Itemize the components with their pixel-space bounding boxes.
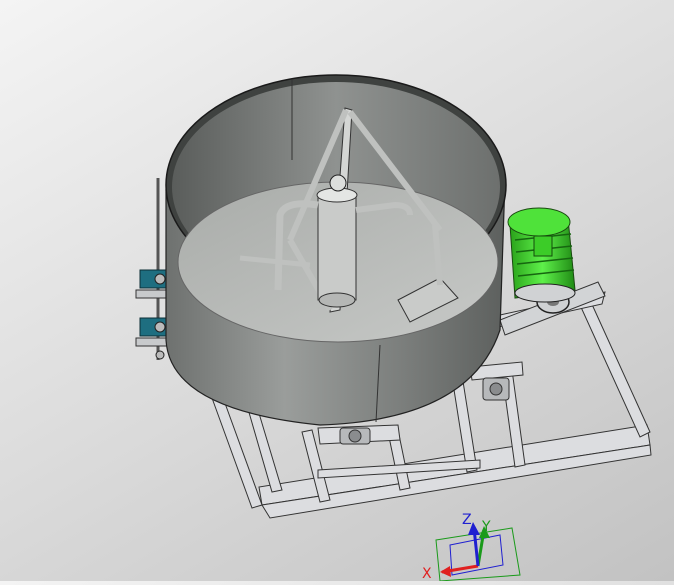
y-axis-label: Y [481,519,491,535]
z-axis-arrow [468,522,480,567]
x-axis-label: X [422,566,432,581]
3d-viewport[interactable]: Z Y X [0,0,674,582]
z-axis-label: Z [462,512,472,528]
model-canvas[interactable]: Z Y X [0,0,674,582]
electric-motor[interactable] [507,207,576,303]
coordinate-triad: Z Y X [422,512,521,582]
